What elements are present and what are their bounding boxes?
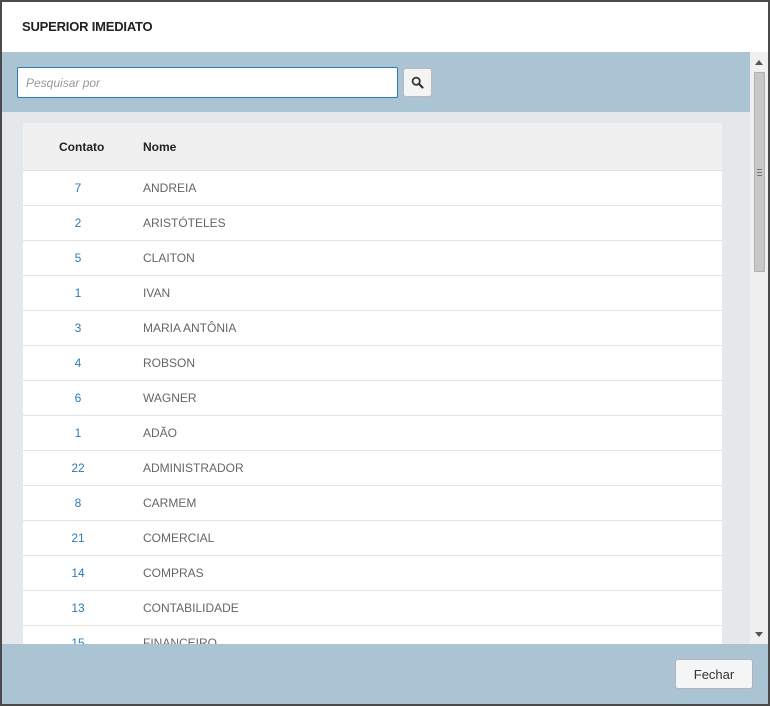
cell-contato: 5 [74, 251, 82, 265]
vertical-scrollbar[interactable] [750, 52, 768, 644]
cell-contato: 14 [71, 566, 85, 580]
table-row[interactable]: 15 FINANCEIRO [23, 626, 722, 644]
results-table: Contato Nome 7 ANDREIA 2 ARISTÓTELES 5 CLAITO… [23, 123, 722, 644]
table-row[interactable]: 3 MARIA ANTÔNIA [23, 311, 722, 346]
cell-contato: 15 [71, 636, 85, 644]
cell-nome: ADÃO [143, 426, 178, 440]
cell-nome: COMPRAS [143, 566, 204, 580]
cell-nome: CONTABILIDADE [143, 601, 239, 615]
cell-contato: 1 [74, 286, 82, 300]
table-row[interactable]: 4 ROBSON [23, 346, 722, 381]
cell-contato: 2 [74, 216, 82, 230]
cell-nome: ARISTÓTELES [143, 216, 226, 230]
search-icon [411, 76, 424, 89]
table-row[interactable]: 21 COMERCIAL [23, 521, 722, 556]
dialog-header: SUPERIOR IMEDIATO [2, 2, 768, 52]
cell-contato: 4 [74, 356, 82, 370]
table-row[interactable]: 7 ANDREIA [23, 171, 722, 206]
table-row[interactable]: 1 IVAN [23, 276, 722, 311]
cell-contato: 1 [74, 426, 82, 440]
scroll-up-arrow-icon[interactable] [750, 54, 768, 70]
column-header-nome[interactable]: Nome [143, 140, 176, 154]
search-bar [2, 52, 750, 112]
table-row[interactable]: 14 COMPRAS [23, 556, 722, 591]
cell-contato: 7 [74, 181, 82, 195]
search-input[interactable] [17, 67, 398, 98]
close-button[interactable]: Fechar [675, 659, 753, 689]
table-row[interactable]: 5 CLAITON [23, 241, 722, 276]
cell-contato: 22 [71, 461, 85, 475]
cell-contato: 21 [71, 531, 85, 545]
cell-contato: 3 [74, 321, 82, 335]
search-button[interactable] [403, 68, 432, 97]
table-row[interactable]: 6 WAGNER [23, 381, 722, 416]
scroll-down-arrow-icon[interactable] [750, 626, 768, 642]
table-row[interactable]: 2 ARISTÓTELES [23, 206, 722, 241]
dialog-footer: Fechar [2, 644, 768, 704]
cell-contato: 13 [71, 601, 85, 615]
cell-nome: CLAITON [143, 251, 195, 265]
table-row[interactable]: 1 ADÃO [23, 416, 722, 451]
table-row[interactable]: 13 CONTABILIDADE [23, 591, 722, 626]
cell-contato: 6 [74, 391, 82, 405]
cell-nome: MARIA ANTÔNIA [143, 321, 237, 335]
cell-nome: CARMEM [143, 496, 197, 510]
table-row[interactable]: 8 CARMEM [23, 486, 722, 521]
results-area: Contato Nome 7 ANDREIA 2 ARISTÓTELES 5 CLAITO… [2, 112, 750, 644]
cell-contato: 8 [74, 496, 82, 510]
cell-nome: ROBSON [143, 356, 196, 370]
dialog: SUPERIOR IMEDIATO Contato Nome 7 ANDREIA 2… [0, 0, 770, 706]
dialog-title: SUPERIOR IMEDIATO [22, 19, 153, 34]
cell-nome: WAGNER [143, 391, 197, 405]
table-body: 7 ANDREIA 2 ARISTÓTELES 5 CLAITON 1 IVAN 3 MARIA … [23, 171, 722, 644]
cell-nome: ADMINISTRADOR [143, 461, 244, 475]
cell-nome: FINANCEIRO [143, 636, 218, 644]
scroll-thumb[interactable] [754, 72, 765, 272]
table-row[interactable]: 22 ADMINISTRADOR [23, 451, 722, 486]
cell-nome: COMERCIAL [143, 531, 215, 545]
column-header-contato[interactable]: Contato [59, 140, 104, 154]
cell-nome: IVAN [143, 286, 171, 300]
cell-nome: ANDREIA [143, 181, 197, 195]
table-header: Contato Nome [23, 123, 722, 171]
